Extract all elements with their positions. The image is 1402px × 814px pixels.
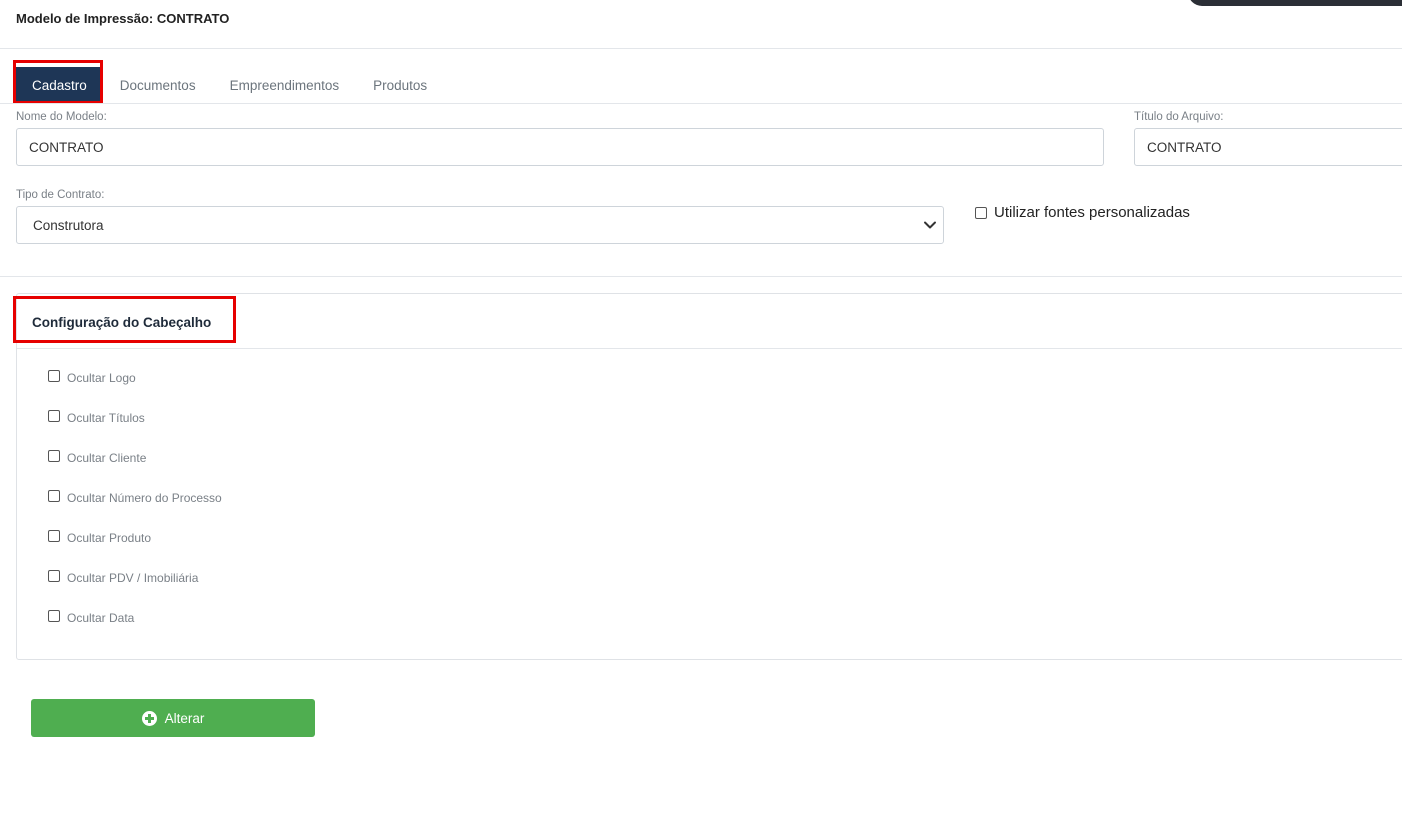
ocultar-numero-processo-checkbox[interactable] (48, 490, 60, 502)
alterar-button-label: Alterar (164, 710, 205, 726)
fontes-personalizadas-checkbox[interactable] (975, 207, 987, 219)
tab-produtos[interactable]: Produtos (356, 67, 444, 103)
ocultar-produto-checkbox[interactable] (48, 530, 60, 542)
window-corner-decoration (1188, 0, 1402, 6)
highlight-box-header-config (13, 296, 236, 343)
tipo-contrato-label: Tipo de Contrato: (16, 189, 105, 201)
section-divider (0, 276, 1402, 277)
tab-documentos[interactable]: Documentos (103, 67, 213, 103)
ocultar-data-checkbox[interactable] (48, 610, 60, 622)
tab-empreendimentos[interactable]: Empreendimentos (213, 67, 357, 103)
header-divider (0, 48, 1402, 49)
page-title: Modelo de Impressão: CONTRATO (16, 11, 230, 26)
card-header-divider (17, 348, 1402, 349)
ocultar-logo-checkbox[interactable] (48, 370, 60, 382)
alterar-button[interactable]: Alterar (31, 699, 315, 737)
highlight-box-tab (13, 60, 103, 104)
ocultar-logo-label: Ocultar Logo (67, 371, 136, 385)
ocultar-titulos-checkbox[interactable] (48, 410, 60, 422)
ocultar-cliente-label: Ocultar Cliente (67, 451, 147, 465)
ocultar-numero-processo-label: Ocultar Número do Processo (67, 491, 222, 505)
fontes-personalizadas-label: Utilizar fontes personalizadas (994, 204, 1190, 221)
chevron-down-icon (923, 218, 937, 237)
nome-modelo-input[interactable] (16, 128, 1104, 166)
ocultar-pdv-label: Ocultar PDV / Imobiliária (67, 571, 199, 585)
ocultar-titulos-label: Ocultar Títulos (67, 411, 145, 425)
tabs-divider (0, 103, 1402, 104)
nome-modelo-label: Nome do Modelo: (16, 111, 107, 123)
tipo-contrato-value: Construtora (33, 218, 104, 233)
tipo-contrato-select[interactable]: Construtora (16, 206, 944, 244)
ocultar-data-label: Ocultar Data (67, 611, 135, 625)
titulo-arquivo-input[interactable] (1134, 128, 1402, 166)
header-config-card: Configuração do Cabeçalho (16, 293, 1402, 660)
plus-circle-icon (141, 710, 157, 726)
ocultar-produto-label: Ocultar Produto (67, 531, 152, 545)
ocultar-cliente-checkbox[interactable] (48, 450, 60, 462)
titulo-arquivo-label: Título do Arquivo: (1134, 111, 1224, 123)
ocultar-pdv-checkbox[interactable] (48, 570, 60, 582)
